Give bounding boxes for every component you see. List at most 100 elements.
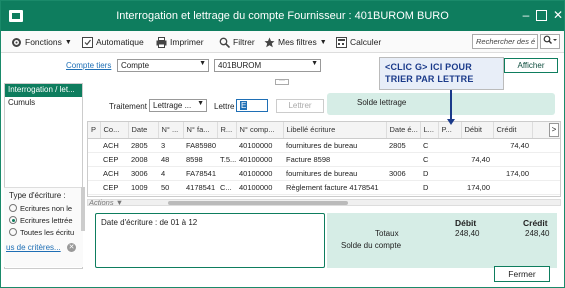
plus-de-criteres-link[interactable]: us de critères... [6, 243, 61, 252]
automatique-button[interactable]: Automatique [82, 35, 144, 49]
table-cell: CEP [100, 180, 128, 195]
column-header[interactable]: Débit [461, 122, 494, 139]
chevron-down-icon: ▼ [197, 100, 204, 107]
sidebar-item-interrogation[interactable]: Interrogation / let... [5, 84, 82, 97]
table-cell [217, 166, 236, 181]
table-row[interactable]: CEP 1009 50 4178541 C... 40100000 Règlement fa… [88, 180, 560, 195]
afficher-button[interactable]: Afficher [504, 58, 558, 73]
main-panel: Traitement Lettrage ... ▼ Lettre E Lettr… [87, 83, 563, 268]
printer-icon [156, 36, 167, 48]
radio-ecritures-lettrees[interactable]: Ecritures lettrée [4, 214, 83, 226]
table-cell: T.5... [217, 152, 236, 167]
table-cell [217, 138, 236, 153]
table-cell: FA78541 [183, 166, 217, 181]
maximize-button[interactable] [536, 10, 547, 21]
compte-value: 401BUROM [218, 61, 262, 70]
automatic-icon [82, 36, 93, 48]
entries-grid: P Co... Date N° ... N° fa... R... N° comp... Li… [87, 121, 561, 197]
imprimer-button[interactable]: Imprimer [156, 35, 204, 49]
table-cell: fournitures de bureau [283, 166, 386, 181]
table-row[interactable]: ACH 3006 4 FA78541 40100000 fournitures de bu… [88, 166, 560, 181]
table-cell: 48 [158, 152, 183, 167]
date-ecriture-text: Date d'écriture : de 01 à 12 [101, 218, 198, 227]
table-cell: 8598 [183, 152, 217, 167]
compte-tiers-link[interactable]: Compte tiers [66, 61, 111, 70]
compte-value-select[interactable]: 401BUROM ▼ [214, 59, 321, 72]
actions-menu[interactable]: Actions ▼ [89, 198, 135, 209]
column-header[interactable]: P [88, 122, 101, 139]
table-cell [461, 138, 493, 153]
sidebar-item-cumuls[interactable]: Cumuls [5, 97, 82, 110]
compte-type-select[interactable]: Compte ▼ [117, 59, 209, 72]
table-cell: 40100000 [236, 180, 283, 195]
traitement-label: Traitement [109, 102, 147, 111]
column-header[interactable]: Date [128, 122, 159, 139]
filtrer-button[interactable]: Filtrer [219, 35, 255, 49]
window-title: Interrogation et lettrage du compte Four… [116, 10, 449, 22]
title-bar: Interrogation et lettrage du compte Four… [1, 1, 564, 31]
table-cell: C [420, 138, 438, 153]
clear-criteria-icon[interactable]: ✕ [67, 243, 76, 252]
table-cell [88, 152, 100, 167]
column-header[interactable]: Date é... [386, 122, 421, 139]
arrow-down-icon [447, 119, 455, 125]
table-cell: 2008 [128, 152, 158, 167]
table-row[interactable]: ACH 2805 3 FA85980 40100000 fournitures de bu… [88, 138, 560, 153]
grid-horizontal-scrollbar[interactable] [87, 199, 561, 206]
table-cell: 3006 [128, 166, 158, 181]
type-ecriture-panel: Type d'écriture : Ecritures non le Ecrit… [4, 187, 83, 267]
lettre-input[interactable]: E [236, 99, 268, 112]
column-header[interactable]: L... [420, 122, 439, 139]
annotation-callout: <CLIC G> ICI POUR TRIER PAR LETTRE [379, 57, 504, 90]
column-header[interactable]: N° comp... [236, 122, 284, 139]
column-header[interactable]: R... [217, 122, 237, 139]
sidebar-scrollbar[interactable] [81, 187, 85, 231]
imprimer-label: Imprimer [170, 37, 204, 47]
radio-label: Ecritures lettrée [20, 215, 73, 225]
table-cell-spacer [532, 138, 560, 153]
radio-icon [9, 204, 17, 212]
radio-ecritures-non-lettrees[interactable]: Ecritures non le [4, 202, 83, 214]
column-header[interactable]: N° ... [158, 122, 184, 139]
table-cell: C... [217, 180, 236, 195]
mes-filtres-menu[interactable]: Mes filtres ▼ [264, 35, 327, 49]
fermer-button[interactable]: Fermer [494, 266, 550, 282]
table-cell [386, 152, 420, 167]
search-input[interactable]: Rechercher des é [472, 34, 538, 49]
minimize-button[interactable]: – [519, 8, 533, 22]
table-cell: 40100000 [236, 152, 283, 167]
column-header[interactable]: Libellé écriture [283, 122, 387, 139]
table-cell-spacer [532, 152, 560, 167]
radio-toutes-ecritures[interactable]: Toutes les écritu [4, 226, 83, 238]
close-button[interactable]: ✕ [551, 8, 565, 22]
column-header[interactable]: Co... [100, 122, 129, 139]
table-row[interactable]: CEP 2008 48 8598 T.5... 40100000 Facture 8598 C… [88, 152, 560, 167]
totals-panel: Débit Crédit Totaux 248,40 248,40 Solde … [327, 213, 557, 268]
table-cell: ACH [100, 166, 128, 181]
search-icon [219, 37, 231, 48]
table-cell: 174,00 [461, 180, 493, 195]
calculer-button[interactable]: Calculer [336, 35, 381, 49]
annotation-line-2: TRIER PAR LETTRE [385, 74, 474, 84]
radio-selected-icon [9, 216, 17, 224]
scrollbar-thumb[interactable] [168, 201, 348, 205]
table-cell: ACH [100, 138, 128, 153]
functions-menu[interactable]: Fonctions ▼ [11, 35, 72, 49]
actions-label: Actions [89, 198, 114, 207]
table-cell [88, 180, 100, 195]
chevron-right-icon[interactable]: > [549, 123, 559, 137]
table-cell: 74,40 [461, 152, 493, 167]
table-cell-spacer [532, 180, 560, 195]
lettrer-button[interactable]: Lettrer [276, 99, 324, 113]
mes-filtres-label: Mes filtres [278, 37, 317, 47]
column-header[interactable]: N° fa... [183, 122, 218, 139]
search-icon [543, 35, 557, 44]
solde-lettrage-box: Solde lettrage [327, 93, 555, 115]
search-button[interactable] [540, 34, 560, 49]
table-cell: 4 [158, 166, 183, 181]
table-cell [88, 138, 100, 153]
table-cell: 2805 [386, 138, 420, 153]
traitement-select[interactable]: Lettrage ... ▼ [149, 99, 207, 112]
filtrer-label: Filtrer [233, 37, 255, 47]
column-header[interactable]: Crédit [493, 122, 533, 139]
